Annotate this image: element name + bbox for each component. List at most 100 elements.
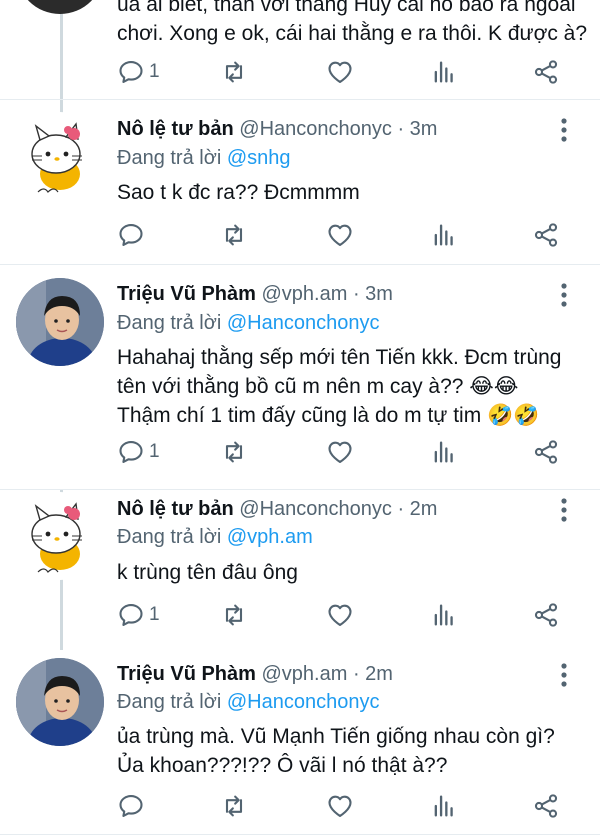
share-icon xyxy=(534,794,558,818)
heart-icon xyxy=(328,604,352,626)
avatar[interactable] xyxy=(16,278,104,366)
display-name[interactable]: Nô lệ tư bản xyxy=(117,118,234,140)
hello-kitty-avatar xyxy=(31,502,82,573)
share-button[interactable] xyxy=(532,435,560,469)
reply-button[interactable]: 1 xyxy=(117,55,160,89)
tweet-header: Nô lệ tư bản @Hanconchonyc · 3m xyxy=(117,116,437,142)
stats-icon xyxy=(434,441,453,463)
reply-icon xyxy=(119,224,143,246)
avatar[interactable] xyxy=(16,0,104,14)
replying-to: Đang trả lời @snhg xyxy=(117,147,291,169)
retweet-button[interactable] xyxy=(220,789,248,823)
more-button[interactable] xyxy=(552,496,576,524)
share-button[interactable] xyxy=(532,55,560,89)
like-button[interactable] xyxy=(326,435,354,469)
retweet-icon xyxy=(225,61,243,83)
share-button[interactable] xyxy=(532,218,560,252)
user-handle[interactable]: @Hanconchonyc xyxy=(239,118,392,140)
avatar[interactable] xyxy=(16,112,104,200)
reply-count: 1 xyxy=(149,61,160,82)
heart-icon xyxy=(328,61,352,83)
more-vertical-icon xyxy=(561,283,567,307)
reply-button[interactable] xyxy=(117,218,149,252)
retweet-button[interactable] xyxy=(220,598,248,632)
like-button[interactable] xyxy=(326,218,354,252)
more-button[interactable] xyxy=(552,281,576,309)
retweet-icon xyxy=(225,224,243,246)
tweet[interactable]: Triệu Vũ Phàm @vph.am · 3m Đang trả lời … xyxy=(0,265,600,490)
tweet[interactable]: Nô lệ tư bản @Hanconchonyc · 3m Đang trả… xyxy=(0,100,600,265)
stats-button[interactable] xyxy=(430,218,458,252)
hello-kitty-avatar xyxy=(31,122,82,193)
avatar[interactable] xyxy=(16,658,104,746)
tweet-actions: 1 xyxy=(0,435,600,469)
tweet-actions xyxy=(0,789,600,823)
share-button[interactable] xyxy=(532,789,560,823)
tweet-header: Nô lệ tư bản @Hanconchonyc · 2m xyxy=(117,496,437,522)
like-button[interactable] xyxy=(326,789,354,823)
timestamp: · 3m xyxy=(352,283,393,305)
reply-icon xyxy=(119,604,143,626)
reply-count: 1 xyxy=(149,441,160,462)
retweet-icon xyxy=(225,795,243,817)
stats-button[interactable] xyxy=(430,598,458,632)
reply-button[interactable] xyxy=(117,789,149,823)
tweet-header: Triệu Vũ Phàm @vph.am · 3m xyxy=(117,281,393,307)
tweet-text: ủa ai biết, thân với thằng Huy cái nó bả… xyxy=(117,0,588,45)
replying-to: Đang trả lời @Hanconchonyc xyxy=(117,312,380,334)
reply-icon xyxy=(119,795,143,817)
tweet-partial[interactable]: ủa ai biết, thân với thằng Huy cái nó bả… xyxy=(0,0,600,100)
stats-icon xyxy=(434,604,453,626)
tweet-header: Triệu Vũ Phàm @vph.am · 2m xyxy=(117,661,393,687)
tweet-actions: 1 xyxy=(0,598,600,632)
heart-icon xyxy=(328,795,352,817)
like-button[interactable] xyxy=(326,598,354,632)
user-handle[interactable]: @vph.am xyxy=(262,663,348,685)
tweet-actions: 1 xyxy=(0,55,600,89)
boy-photo-avatar xyxy=(16,658,104,746)
avatar[interactable] xyxy=(16,492,104,580)
stats-button[interactable] xyxy=(430,789,458,823)
heart-icon xyxy=(328,441,352,463)
stats-button[interactable] xyxy=(430,55,458,89)
user-handle[interactable]: @vph.am xyxy=(262,283,348,305)
share-icon xyxy=(534,603,558,627)
retweet-button[interactable] xyxy=(220,55,248,89)
display-name[interactable]: Nô lệ tư bản xyxy=(117,498,234,520)
reply-button[interactable]: 1 xyxy=(117,598,160,632)
retweet-button[interactable] xyxy=(220,218,248,252)
share-button[interactable] xyxy=(532,598,560,632)
mention-link[interactable]: @snhg xyxy=(227,147,291,169)
share-icon xyxy=(534,223,558,247)
more-button[interactable] xyxy=(552,116,576,144)
tweet[interactable]: Nô lệ tư bản @Hanconchonyc · 2m Đang trả… xyxy=(0,490,600,645)
mention-link[interactable]: @Hanconchonyc xyxy=(227,312,380,334)
replying-to: Đang trả lời @vph.am xyxy=(117,526,313,548)
tweet-text: Hahahaj thằng sếp mới tên Tiến kkk. Đcm … xyxy=(117,346,562,427)
tweet[interactable]: Triệu Vũ Phàm @vph.am · 2m Đang trả lời … xyxy=(0,645,600,835)
display-name[interactable]: Triệu Vũ Phàm xyxy=(117,283,256,305)
stats-icon xyxy=(434,61,453,83)
share-icon xyxy=(534,440,558,464)
tweet-text: ủa trùng mà. Vũ Mạnh Tiến giống nhau còn… xyxy=(117,725,555,777)
share-icon xyxy=(534,60,558,84)
user-handle[interactable]: @Hanconchonyc xyxy=(239,498,392,520)
reply-button[interactable]: 1 xyxy=(117,435,160,469)
timestamp: · 3m xyxy=(397,118,438,140)
tweet-actions xyxy=(0,218,600,252)
mention-link[interactable]: @vph.am xyxy=(227,526,313,548)
more-vertical-icon xyxy=(561,118,567,142)
display-name[interactable]: Triệu Vũ Phàm xyxy=(117,663,256,685)
mention-link[interactable]: @Hanconchonyc xyxy=(227,691,380,713)
like-button[interactable] xyxy=(326,55,354,89)
stats-icon xyxy=(434,795,453,817)
tweet-text: Sao t k đc ra?? Đcmmmm xyxy=(117,181,360,204)
reply-count: 1 xyxy=(149,604,160,625)
boy-photo-avatar xyxy=(16,278,104,366)
retweet-button[interactable] xyxy=(220,435,248,469)
reply-icon xyxy=(119,441,143,463)
stats-icon xyxy=(434,224,453,246)
heart-icon xyxy=(328,224,352,246)
stats-button[interactable] xyxy=(430,435,458,469)
more-button[interactable] xyxy=(552,661,576,689)
